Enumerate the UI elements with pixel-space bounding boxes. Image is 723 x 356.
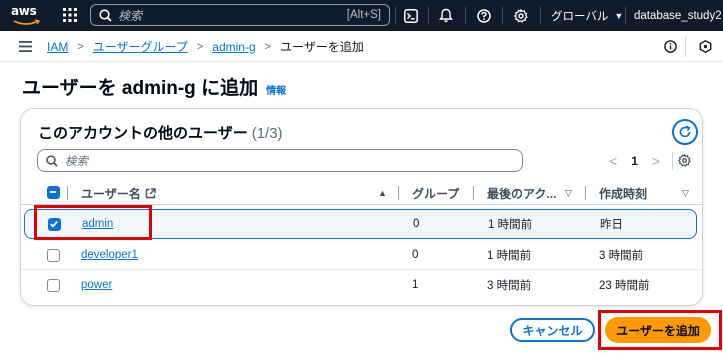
created-cell: 23 時間前 xyxy=(599,280,650,292)
last-activity-cell: 1 時間前 xyxy=(488,219,533,231)
cancel-button[interactable]: キャンセル xyxy=(510,318,595,342)
search-icon xyxy=(46,154,58,167)
groups-cell: 1 xyxy=(412,279,419,291)
page-title-text: ユーザーを admin-g に追加 xyxy=(22,78,259,99)
breadcrumb-iam[interactable]: IAM xyxy=(47,40,68,54)
last-activity-cell: 3 時間前 xyxy=(487,280,532,292)
divider xyxy=(625,7,626,24)
column-divider xyxy=(473,186,474,200)
region-selector[interactable]: グローバル ▼ xyxy=(551,0,623,31)
column-label: 最後のアク... xyxy=(487,186,557,201)
terminal-icon xyxy=(404,8,418,23)
column-divider xyxy=(585,186,586,200)
region-label: グローバル xyxy=(551,10,609,23)
account-menu[interactable]: database_study2 ▼ xyxy=(634,0,723,31)
sort-icon[interactable]: ▽ xyxy=(682,181,689,205)
table-preferences-icon[interactable] xyxy=(678,154,691,167)
breadcrumb-current: ユーザーを追加 xyxy=(280,40,364,54)
refresh-button[interactable] xyxy=(672,119,698,145)
created-cell: 3 時間前 xyxy=(599,250,644,262)
top-navigation: aws 検索 [Alt+S] グローバル ▼ database_study2 xyxy=(0,0,723,31)
sort-icon[interactable]: ▽ xyxy=(565,181,572,205)
help-icon xyxy=(477,8,491,23)
column-divider xyxy=(67,186,68,200)
previous-page-icon[interactable]: < xyxy=(609,153,617,169)
settings-button[interactable] xyxy=(511,0,531,31)
sort-ascending-icon[interactable]: ▲ xyxy=(378,181,387,205)
highlight-box-selected-row xyxy=(34,205,152,240)
search-placeholder: 検索 xyxy=(118,8,143,23)
highlight-box-add-button xyxy=(598,310,722,350)
menu-icon[interactable] xyxy=(19,41,32,52)
divider xyxy=(465,7,466,24)
column-label: グループ xyxy=(412,186,460,201)
table-row[interactable]: power 1 3 時間前 23 時間前 xyxy=(21,270,702,300)
aws-smile-icon xyxy=(13,19,41,25)
column-header-last-activity[interactable]: 最後のアク... xyxy=(487,181,556,205)
aws-logo[interactable]: aws xyxy=(11,4,45,28)
aws-logo-text: aws xyxy=(11,4,37,18)
row-checkbox[interactable] xyxy=(47,279,60,292)
bell-icon xyxy=(439,8,453,23)
divider xyxy=(540,7,541,24)
select-all-checkbox[interactable] xyxy=(47,186,60,199)
row-checkbox[interactable] xyxy=(47,249,60,262)
table-header: ユーザー名 ▲ グループ 最後のアク... ▽ 作成時刻 ▽ xyxy=(21,181,702,205)
services-grid-icon[interactable] xyxy=(63,8,77,22)
column-header-groups[interactable]: グループ xyxy=(412,181,459,205)
column-header-username[interactable]: ユーザー名 xyxy=(81,181,156,205)
filter-placeholder: 検索 xyxy=(65,155,88,168)
user-link[interactable]: power xyxy=(81,279,112,291)
divider xyxy=(685,37,686,57)
column-label: 作成時刻 xyxy=(599,186,648,201)
search-icon xyxy=(99,8,112,22)
chevron-right-icon: > xyxy=(77,40,84,53)
page-title: ユーザーを admin-g に追加 情報 xyxy=(22,73,286,100)
panel-title: このアカウントの他のユーザー (1/3) xyxy=(38,122,283,143)
last-activity-cell: 1 時間前 xyxy=(487,250,532,262)
pagination: < 1 > xyxy=(609,149,691,172)
help-button[interactable] xyxy=(474,0,494,31)
breadcrumb-admin-g[interactable]: admin-g xyxy=(212,40,255,54)
column-divider xyxy=(398,186,399,200)
breadcrumb-user-groups[interactable]: ユーザーグループ xyxy=(93,38,188,55)
table-row[interactable]: developer1 0 1 時間前 3 時間前 xyxy=(21,240,702,270)
chevron-right-icon: > xyxy=(264,40,272,53)
next-page-icon[interactable]: > xyxy=(652,153,660,169)
caret-down-icon: ▼ xyxy=(614,10,624,21)
divider xyxy=(502,7,503,24)
cloudshell-button[interactable] xyxy=(401,0,421,31)
account-label: database_study2 xyxy=(634,9,722,22)
chevron-right-icon: > xyxy=(196,40,204,53)
groups-cell: 0 xyxy=(413,218,420,230)
global-search-input[interactable]: 検索 [Alt+S] xyxy=(90,4,390,26)
refresh-icon xyxy=(679,125,691,138)
external-link-icon xyxy=(145,187,156,198)
selection-count: (1/3) xyxy=(251,125,283,142)
gear-icon xyxy=(514,8,528,23)
column-label: ユーザー名 xyxy=(81,186,141,201)
hexagon-icon[interactable] xyxy=(699,40,712,53)
column-header-created[interactable]: 作成時刻 xyxy=(599,181,647,205)
search-shortcut: [Alt+S] xyxy=(346,9,381,21)
info-link[interactable]: 情報 xyxy=(266,82,286,97)
breadcrumb: IAM > ユーザーグループ > admin-g > ユーザーを追加 xyxy=(47,31,364,62)
groups-cell: 0 xyxy=(412,249,419,261)
notifications-button[interactable] xyxy=(436,0,456,31)
panel-title-text: このアカウントの他のユーザー xyxy=(38,125,248,142)
breadcrumb-bar: IAM > ユーザーグループ > admin-g > ユーザーを追加 xyxy=(0,31,723,62)
created-cell: 昨日 xyxy=(600,219,623,231)
divider xyxy=(428,7,429,24)
divider xyxy=(395,7,396,24)
divider xyxy=(672,152,673,170)
user-link[interactable]: developer1 xyxy=(81,249,138,261)
info-icon[interactable] xyxy=(664,40,677,53)
table-filter-input[interactable]: 検索 xyxy=(37,149,523,172)
page-number[interactable]: 1 xyxy=(631,154,638,168)
minus-icon xyxy=(50,191,56,193)
